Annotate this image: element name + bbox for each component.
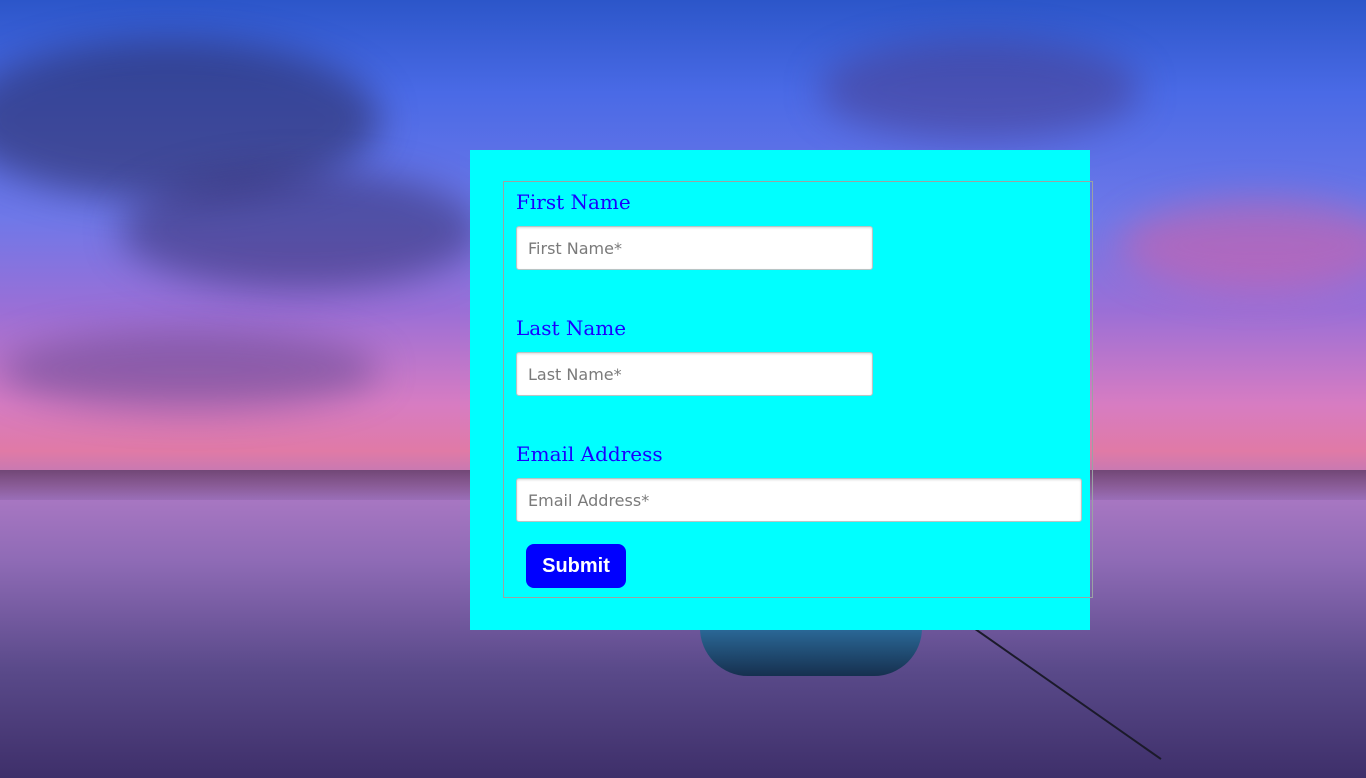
email-address-label: Email Address — [516, 442, 663, 466]
cloud — [0, 330, 380, 410]
email-address-input[interactable] — [516, 478, 1082, 522]
first-name-label: First Name — [516, 190, 631, 214]
cloud — [820, 40, 1140, 140]
boat — [700, 628, 922, 676]
first-name-input[interactable] — [516, 226, 873, 270]
cloud — [120, 170, 480, 290]
cloud — [1120, 200, 1366, 290]
last-name-input[interactable] — [516, 352, 873, 396]
rope — [972, 626, 1162, 760]
last-name-label: Last Name — [516, 316, 627, 340]
signup-card: First Name Last Name Email Address Submi… — [470, 150, 1093, 630]
submit-button[interactable]: Submit — [526, 544, 626, 588]
